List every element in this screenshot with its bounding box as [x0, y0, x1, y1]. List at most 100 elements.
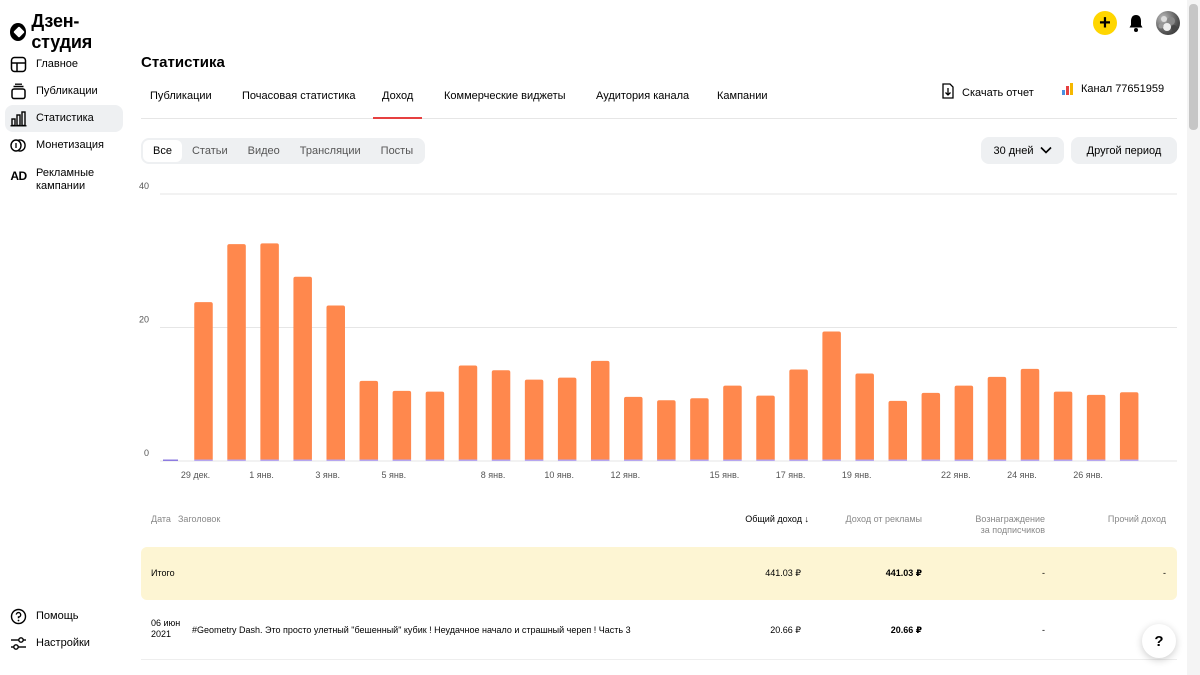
column-total-income[interactable]: Общий доход ↓ [745, 514, 809, 525]
chart-bar-secondary [293, 459, 312, 461]
tab-publications[interactable]: Публикации [150, 90, 212, 118]
page-title: Статистика [141, 54, 225, 71]
help-chat-button[interactable]: ? [1142, 624, 1176, 658]
chart-bar[interactable] [359, 380, 379, 461]
table-header: Дата Заголовок Общий доход ↓ Доход от ре… [141, 512, 1177, 542]
chart-bar[interactable] [756, 395, 775, 461]
column-subscriber-reward[interactable]: Вознаграждение за подписчиков [975, 514, 1045, 536]
sidebar-item-label: Публикации [36, 85, 98, 97]
chart-bar[interactable] [260, 243, 279, 461]
chart-bar-secondary [194, 459, 213, 461]
x-tick-label: 15 янв. [710, 470, 740, 480]
chart-bar-secondary [822, 459, 841, 461]
chart-bar[interactable] [690, 398, 709, 461]
column-title[interactable]: Заголовок [178, 514, 220, 525]
chart-bar[interactable] [1020, 368, 1040, 461]
chart-bar[interactable] [624, 396, 643, 461]
filter-all[interactable]: Все [143, 140, 182, 162]
chart-bar[interactable] [921, 392, 941, 461]
chart-bar-secondary [359, 459, 379, 461]
sidebar-item-help[interactable]: Помощь [5, 603, 123, 630]
table-row[interactable]: 06 июн 2021 #Geometry Dash. Это просто у… [141, 605, 1177, 660]
chart-bar[interactable] [425, 391, 445, 461]
create-button[interactable]: + [1093, 11, 1117, 35]
tab-commercial-widgets[interactable]: Коммерческие виджеты [444, 90, 566, 118]
filter-posts[interactable]: Посты [371, 140, 423, 162]
chart-bar-secondary [458, 459, 478, 461]
tab-income[interactable]: Доход [372, 90, 423, 119]
download-report-button[interactable]: Скачать отчет [941, 83, 1034, 102]
chart-bar[interactable] [392, 390, 412, 461]
channel-label: Канал 77651959 [1081, 83, 1165, 95]
chart-bar[interactable] [789, 369, 808, 461]
chart-bar[interactable] [590, 360, 610, 461]
chart-bar[interactable] [1053, 391, 1073, 461]
download-file-icon [941, 83, 955, 102]
sidebar-item-publications[interactable]: Публикации [5, 78, 123, 105]
coins-icon [10, 137, 27, 154]
chart-bar-secondary [888, 459, 908, 461]
tab-channel-audience[interactable]: Аудитория канала [596, 90, 689, 118]
chart-bar[interactable] [557, 377, 577, 461]
tab-hourly-stats[interactable]: Почасовая статистика [242, 90, 356, 118]
channel-selector[interactable]: Канал 77651959 [1062, 83, 1164, 95]
column-other-income[interactable]: Прочий доход [1108, 514, 1166, 525]
chart-bar-secondary [590, 459, 610, 461]
chart-bar[interactable] [954, 385, 974, 461]
chart-bar[interactable] [1086, 394, 1106, 461]
sidebar-item-label: Настройки [36, 637, 90, 649]
chart-bar[interactable] [822, 331, 841, 461]
chart-bar[interactable] [227, 244, 246, 461]
chart-bar[interactable] [987, 376, 1007, 461]
sidebar-item-settings[interactable]: Настройки [5, 630, 123, 657]
total-row: Итого 441.03 ₽ 441.03 ₽ - - [141, 547, 1177, 600]
chart-bar[interactable] [326, 305, 345, 461]
chart-bar[interactable] [194, 302, 213, 461]
chart-bar[interactable] [491, 370, 511, 461]
sidebar-item-label: Статистика [36, 112, 94, 124]
chart-bar[interactable] [723, 385, 742, 461]
x-tick-label: 12 янв. [610, 470, 640, 480]
sidebar-item-monetization[interactable]: Монетизация [5, 132, 123, 159]
sidebar-item-statistics[interactable]: Статистика [5, 105, 123, 132]
total-ad-income-value: 441.03 ₽ [885, 568, 922, 578]
period-select[interactable]: 30 дней [981, 137, 1064, 164]
chart-bar[interactable] [657, 400, 676, 461]
publications-icon [10, 83, 27, 100]
filter-videos[interactable]: Видео [238, 140, 290, 162]
total-subscriber-reward-value: - [1042, 568, 1045, 578]
chart-bar[interactable] [524, 379, 544, 461]
page-scrollbar[interactable] [1187, 0, 1200, 675]
sidebar-item-label: Помощь [36, 610, 79, 622]
sidebar-item-ad-campaigns[interactable]: AD Рекламные кампании [5, 159, 123, 197]
row-title[interactable]: #Geometry Dash. Это просто улетный "беше… [192, 625, 631, 636]
chart-bar-secondary [1053, 459, 1073, 461]
chart-bar[interactable] [1119, 392, 1139, 461]
sidebar-item-main[interactable]: Главное [5, 51, 123, 78]
period-select-label: 30 дней [993, 144, 1034, 157]
tab-campaigns[interactable]: Кампании [717, 90, 768, 118]
row-date: 06 июн 2021 [151, 618, 180, 640]
filter-streams[interactable]: Трансляции [290, 140, 371, 162]
chart-bar[interactable] [855, 373, 874, 461]
column-ad-income[interactable]: Доход от рекламы [846, 514, 922, 525]
scrollbar-thumb[interactable] [1189, 4, 1198, 130]
chart-bar[interactable] [293, 276, 312, 461]
x-tick-label: 26 янв. [1073, 470, 1103, 480]
chart-bar-secondary [954, 459, 974, 461]
chart-bar-secondary [425, 459, 445, 461]
avatar[interactable] [1156, 11, 1180, 35]
chart-bar-secondary [1020, 459, 1040, 461]
sidebar-item-label: Главное [36, 58, 79, 70]
chart-bar-secondary [789, 459, 808, 461]
chart-bar[interactable] [458, 365, 478, 461]
other-period-button[interactable]: Другой период [1071, 137, 1177, 164]
filter-articles[interactable]: Статьи [182, 140, 238, 162]
chart-bar-secondary [227, 459, 246, 461]
x-tick-label: 19 янв. [842, 470, 872, 480]
column-date[interactable]: Дата [151, 514, 171, 525]
content-type-filter: Все Статьи Видео Трансляции Посты [141, 138, 426, 164]
bell-icon[interactable] [1127, 13, 1145, 33]
chart-bar[interactable] [888, 400, 908, 461]
logo[interactable]: Дзен-студия [10, 11, 130, 53]
